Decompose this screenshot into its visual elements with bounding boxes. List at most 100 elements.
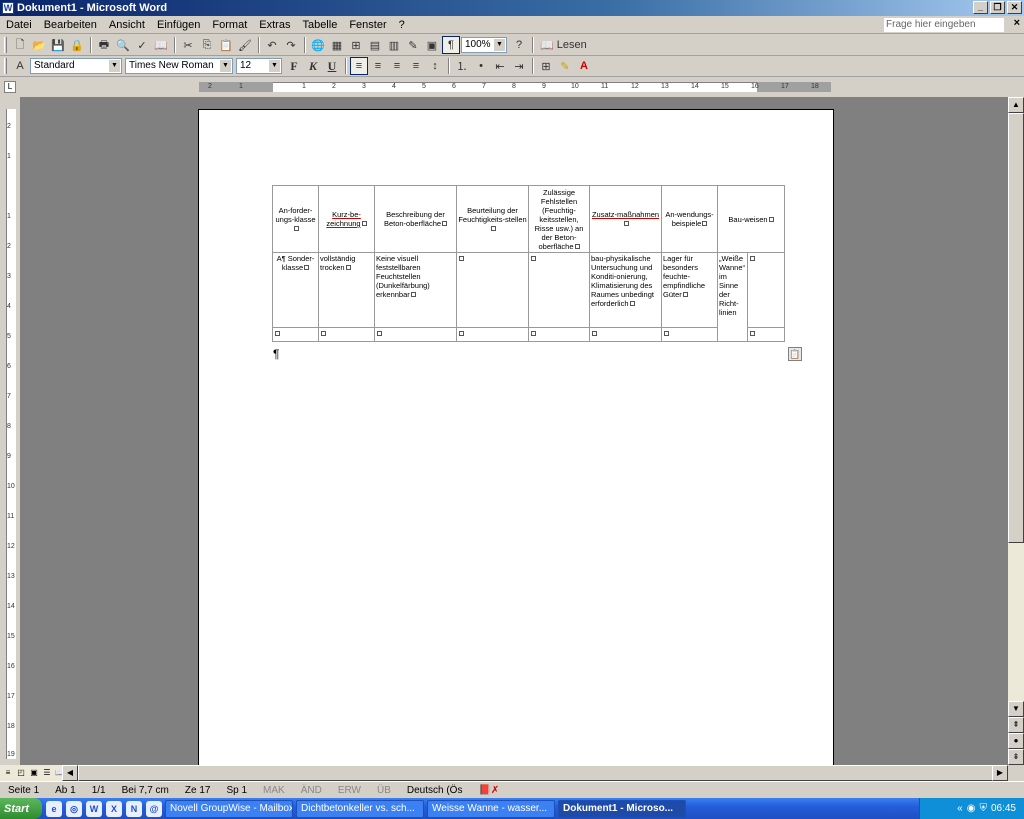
spelling-status-icon[interactable]: 📕✗	[470, 785, 507, 796]
word-app-icon[interactable]: W	[2, 2, 14, 14]
research-icon[interactable]: 📖	[152, 36, 170, 54]
security-icon[interactable]: ⛨	[979, 803, 987, 814]
outline-view-icon[interactable]: ☰	[41, 766, 53, 779]
table-cell[interactable]	[661, 327, 718, 342]
table-header-cell[interactable]: Bau-weisen	[717, 185, 785, 253]
align-right-icon[interactable]: ≡	[388, 57, 406, 75]
horizontal-ruler[interactable]: L 2 1 1 2 3 4 5 6 7 8 9 10 11 12 13 14 1…	[0, 78, 1024, 96]
style-select[interactable]: Standard ▼	[30, 58, 122, 74]
cut-icon[interactable]: ✂	[179, 36, 197, 54]
task-groupwise[interactable]: Novell GroupWise - Mailbox	[165, 799, 293, 818]
line-spacing-icon[interactable]: ↕	[426, 57, 444, 75]
redo-icon[interactable]: ↷	[282, 36, 300, 54]
vertical-scrollbar[interactable]: ▲ ▼ ⇞ ● ⇟	[1008, 97, 1024, 765]
copy-icon[interactable]: ⎘	[198, 36, 216, 54]
menu-format[interactable]: Format	[206, 19, 253, 31]
table-cell[interactable]: Keine visuell feststellbaren Feuchtstell…	[374, 252, 457, 328]
menu-fenster[interactable]: Fenster	[343, 19, 392, 31]
table-cell[interactable]	[456, 252, 529, 328]
vertical-scroll-thumb[interactable]	[1008, 113, 1024, 543]
menu-ansicht[interactable]: Ansicht	[103, 19, 151, 31]
status-track-changes[interactable]: ÄND	[293, 785, 330, 796]
table-cell[interactable]	[747, 252, 785, 328]
save-icon[interactable]: 💾	[49, 36, 67, 54]
table-cell[interactable]	[747, 327, 785, 342]
table-cell[interactable]	[374, 327, 457, 342]
toolbar-grip[interactable]	[4, 58, 7, 74]
vertical-ruler[interactable]: 2 1 1 2 3 4 5 6 7 8 9 10 11 12 13 14 15 …	[2, 97, 20, 765]
document-table[interactable]: An-forder-ungs-klasse Kurz-be-zeichnung …	[272, 185, 785, 342]
font-color-icon[interactable]: A	[575, 57, 593, 75]
status-macro[interactable]: MAK	[255, 785, 293, 796]
menu-tabelle[interactable]: Tabelle	[296, 19, 343, 31]
table-cell[interactable]	[528, 252, 590, 328]
table-cell[interactable]: „Weiße Wanne“ im Sinne der Richt-linien	[717, 252, 748, 342]
table-header-cell[interactable]: An-forder-ungs-klasse	[272, 185, 319, 253]
table-header-cell[interactable]: Zusatz-maßnahmen	[589, 185, 662, 253]
styles-pane-icon[interactable]: A	[11, 57, 29, 75]
increase-indent-icon[interactable]: ⇥	[510, 57, 528, 75]
close-button[interactable]: ✕	[1007, 1, 1022, 14]
tray-expand-icon[interactable]: «	[957, 803, 963, 814]
document-area[interactable]: An-forder-ungs-klasse Kurz-be-zeichnung …	[20, 97, 1008, 765]
table-header-cell[interactable]: Zulässige Fehlstellen (Feuchtig-keitsste…	[528, 185, 590, 253]
toolbar-grip[interactable]	[4, 37, 7, 53]
table-cell[interactable]	[528, 327, 590, 342]
menu-datei[interactable]: Datei	[0, 19, 38, 31]
horizontal-scrollbar[interactable]: ≡ ◰ ▣ ☰ 📖 ◀ ▶	[0, 765, 1008, 781]
task-word-document[interactable]: Dokument1 - Microso...	[558, 799, 686, 818]
document-close-icon[interactable]: ×	[1014, 17, 1020, 29]
normal-view-icon[interactable]: ≡	[2, 766, 14, 779]
table-cell[interactable]	[589, 327, 662, 342]
status-overtype[interactable]: ÜB	[369, 785, 399, 796]
read-mode-button[interactable]: 📖 Lesen	[537, 36, 590, 54]
word-icon[interactable]: W	[86, 800, 102, 817]
show-formatting-icon[interactable]: ¶	[442, 36, 460, 54]
groupwise-icon[interactable]: N	[126, 800, 142, 817]
highlight-icon[interactable]: ✎	[556, 57, 574, 75]
tab-selector-icon[interactable]: L	[4, 81, 16, 93]
status-extend[interactable]: ERW	[330, 785, 369, 796]
table-cell[interactable]	[318, 327, 375, 342]
start-button[interactable]: Start	[0, 798, 42, 819]
tables-borders-icon[interactable]: ▦	[328, 36, 346, 54]
scroll-down-icon[interactable]: ▼	[1008, 701, 1024, 717]
menu-extras[interactable]: Extras	[253, 19, 296, 31]
justify-icon[interactable]: ≡	[407, 57, 425, 75]
columns-icon[interactable]: ▥	[385, 36, 403, 54]
table-header-cell[interactable]: Beurteilung der Feuchtigkeits-stellen	[456, 185, 529, 253]
document-page[interactable]: An-forder-ungs-klasse Kurz-be-zeichnung …	[198, 109, 834, 765]
scroll-left-icon[interactable]: ◀	[62, 765, 78, 781]
scroll-up-icon[interactable]: ▲	[1008, 97, 1024, 113]
previous-page-icon[interactable]: ⇞	[1008, 717, 1024, 733]
font-size-select[interactable]: 12 ▼	[236, 58, 282, 74]
align-center-icon[interactable]: ≡	[369, 57, 387, 75]
next-page-icon[interactable]: ⇟	[1008, 749, 1024, 765]
chevron-down-icon[interactable]: ▼	[494, 39, 505, 51]
drawing-icon[interactable]: ✎	[404, 36, 422, 54]
menu-einfuegen[interactable]: Einfügen	[151, 19, 206, 31]
table-cell[interactable]	[456, 327, 529, 342]
table-cell[interactable]: bau-physikalische Untersuchung und Kondi…	[589, 252, 662, 328]
zoom-select[interactable]: 100% ▼	[461, 37, 507, 53]
print-icon[interactable]: 🖶	[95, 36, 113, 54]
help-search-input[interactable]: Frage hier eingeben	[884, 18, 1004, 32]
chevron-down-icon[interactable]: ▼	[109, 60, 120, 72]
document-map-icon[interactable]: ▣	[423, 36, 441, 54]
bold-button[interactable]: F	[285, 57, 303, 75]
new-document-icon[interactable]: 🗋	[11, 36, 29, 54]
decrease-indent-icon[interactable]: ⇤	[491, 57, 509, 75]
minimize-button[interactable]: _	[973, 1, 988, 14]
insert-table-icon[interactable]: ⊞	[347, 36, 365, 54]
permission-icon[interactable]: 🔒	[68, 36, 86, 54]
table-cell[interactable]: A¶ Sonder-klasse	[272, 252, 319, 328]
print-preview-icon[interactable]: 🔍	[114, 36, 132, 54]
numbering-icon[interactable]: ⒈	[453, 57, 471, 75]
table-cell[interactable]	[272, 327, 319, 342]
help-icon[interactable]: ?	[510, 36, 528, 54]
internet-icon[interactable]: ◎	[66, 800, 82, 817]
borders-icon[interactable]: ⊞	[537, 57, 555, 75]
clock[interactable]: 06:45	[991, 803, 1016, 814]
open-folder-icon[interactable]: 📂	[30, 36, 48, 54]
bullets-icon[interactable]: •	[472, 57, 490, 75]
